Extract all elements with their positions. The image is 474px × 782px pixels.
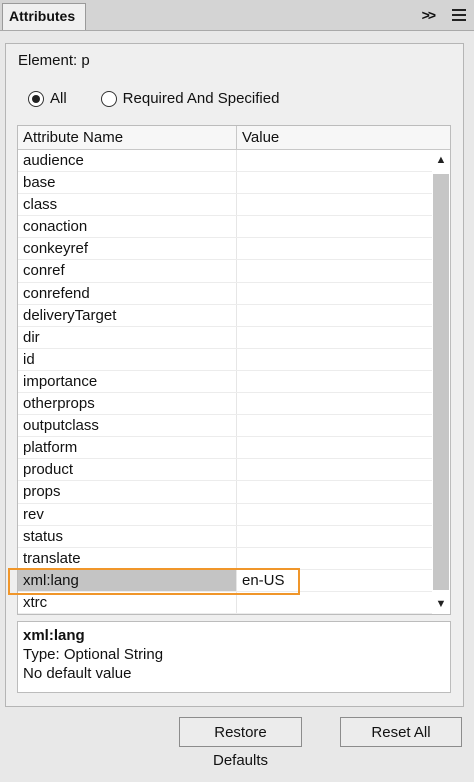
table-row[interactable]: xml:lang en-US [18, 569, 432, 592]
attribute-name-cell[interactable]: props [18, 481, 237, 503]
table-row[interactable]: product [18, 459, 432, 482]
attribute-value-cell[interactable] [237, 305, 432, 326]
attribute-name-cell[interactable]: dir [18, 326, 237, 348]
attribute-name-cell[interactable]: conaction [18, 216, 237, 238]
restore-defaults-button[interactable]: Restore Defaults [179, 717, 302, 769]
info-default: No default value [23, 665, 132, 682]
attribute-value-cell[interactable] [237, 459, 432, 480]
table-header: Attribute Name Value [18, 126, 450, 150]
attribute-value-cell[interactable] [237, 283, 432, 304]
attribute-value-cell[interactable] [237, 437, 432, 458]
attribute-value-cell[interactable] [237, 238, 432, 259]
table-row[interactable]: class [18, 194, 432, 217]
table-row[interactable]: dir [18, 326, 432, 349]
attribute-value-cell[interactable] [237, 194, 432, 215]
filter-all-label: All [50, 90, 67, 107]
hamburger-menu-icon[interactable] [452, 9, 466, 21]
attribute-filter: All Required And Specified [28, 90, 279, 107]
tab-attributes[interactable]: Attributes [2, 3, 86, 30]
vertical-scrollbar[interactable]: ▲ ▼ [432, 150, 450, 614]
attributes-panel: Element: p All Required And Specified At… [5, 43, 464, 707]
table-row[interactable]: conaction [18, 216, 432, 239]
attribute-value-cell[interactable] [237, 172, 432, 193]
attributes-table: Attribute Name Value audience base class co… [17, 125, 451, 615]
filter-required-label: Required And Specified [122, 90, 280, 107]
column-header-name[interactable]: Attribute Name [18, 126, 237, 149]
table-row[interactable]: audience [18, 150, 432, 173]
table-row[interactable]: conref [18, 260, 432, 283]
attribute-name-cell[interactable]: conkeyref [18, 238, 237, 260]
attribute-name-cell[interactable]: deliveryTarget [18, 304, 237, 326]
reset-all-button[interactable]: Reset All [340, 717, 462, 747]
panel-tab-bar: Attributes >> [0, 0, 474, 31]
table-row[interactable]: rev [18, 503, 432, 526]
attribute-name-cell[interactable]: translate [18, 547, 237, 569]
tab-attributes-label: Attributes [9, 8, 76, 24]
attribute-value-cell[interactable] [237, 481, 432, 502]
double-chevron-right-icon[interactable]: >> [422, 7, 436, 23]
attribute-name-cell[interactable]: product [18, 459, 237, 481]
attribute-name-cell[interactable]: xtrc [18, 591, 237, 613]
attribute-info: xml:lang Type: Optional String No defaul… [17, 621, 451, 693]
attribute-value-cell[interactable] [237, 504, 432, 525]
table-row[interactable]: otherprops [18, 393, 432, 416]
attribute-value-cell[interactable] [237, 526, 432, 547]
attribute-name-cell[interactable]: xml:lang [18, 569, 237, 591]
attribute-name-cell[interactable]: id [18, 348, 237, 370]
scroll-thumb[interactable] [433, 174, 449, 590]
scroll-up-icon[interactable]: ▲ [432, 150, 450, 170]
scroll-down-icon[interactable]: ▼ [432, 594, 450, 614]
info-type: Type: Optional String [23, 646, 164, 663]
attribute-name-cell[interactable]: outputclass [18, 415, 237, 437]
table-row[interactable]: conkeyref [18, 238, 432, 261]
attribute-value-cell[interactable] [237, 393, 432, 414]
attribute-value-cell[interactable] [237, 260, 432, 281]
attribute-name-cell[interactable]: class [18, 194, 237, 216]
attribute-name-cell[interactable]: audience [18, 150, 237, 172]
attribute-value-cell[interactable] [237, 216, 432, 237]
element-label: Element: p [18, 52, 90, 69]
attribute-name-cell[interactable]: importance [18, 370, 237, 393]
table-row[interactable]: props [18, 481, 432, 504]
attribute-value-cell[interactable] [237, 371, 432, 392]
info-title: xml:lang [23, 627, 85, 644]
attribute-value-cell[interactable] [237, 327, 432, 348]
tab-tools: >> [422, 4, 466, 26]
table-row[interactable]: xtrc [18, 591, 432, 614]
table-row[interactable]: outputclass [18, 415, 432, 438]
attribute-name-cell[interactable]: rev [18, 503, 237, 525]
table-row[interactable]: deliveryTarget [18, 304, 432, 327]
table-row[interactable]: importance [18, 370, 432, 394]
attribute-name-cell[interactable]: otherprops [18, 393, 237, 415]
attribute-value-cell[interactable] [237, 415, 432, 436]
table-row[interactable]: conrefend [18, 282, 432, 305]
table-row[interactable]: id [18, 348, 432, 371]
attribute-value-cell[interactable] [237, 349, 432, 370]
attribute-name-cell[interactable]: platform [18, 437, 237, 459]
table-row[interactable]: status [18, 525, 432, 548]
radio-required-icon[interactable] [100, 90, 117, 107]
attribute-name-cell[interactable]: conref [18, 260, 237, 282]
column-header-value[interactable]: Value [237, 126, 279, 149]
filter-all[interactable]: All [28, 90, 67, 107]
attribute-name-cell[interactable]: conrefend [18, 282, 237, 304]
attribute-name-cell[interactable]: base [18, 172, 237, 194]
attribute-value-cell[interactable]: en-US [237, 570, 432, 591]
attribute-value-cell[interactable] [237, 150, 432, 171]
attribute-value-cell[interactable] [237, 548, 432, 569]
table-row[interactable]: platform [18, 437, 432, 460]
radio-all-icon[interactable] [28, 90, 44, 107]
attribute-name-cell[interactable]: status [18, 525, 237, 547]
table-rows: audience base class conaction conkeyref conre… [18, 150, 432, 614]
table-row[interactable]: translate [18, 547, 432, 570]
filter-required-specified[interactable]: Required And Specified [100, 90, 280, 107]
table-row[interactable]: base [18, 172, 432, 195]
attribute-value-cell[interactable] [237, 592, 432, 613]
